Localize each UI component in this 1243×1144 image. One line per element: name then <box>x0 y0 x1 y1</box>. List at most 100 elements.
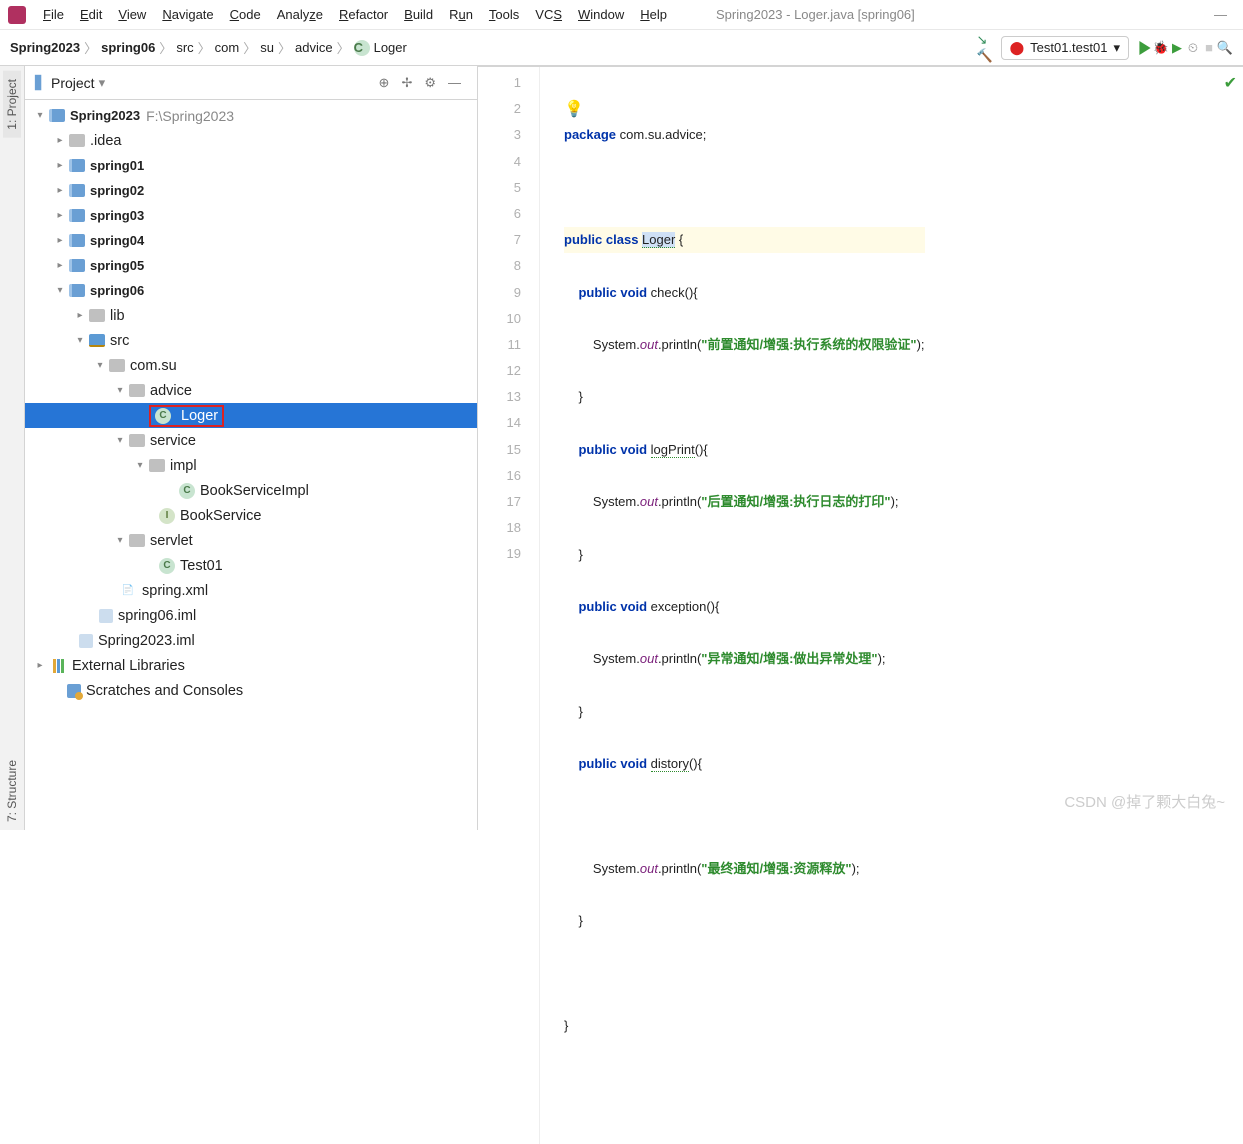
tree-node-selected[interactable]: CLoger <box>25 403 477 428</box>
line-gutter[interactable]: 12345678910111213141516171819 <box>478 67 540 1144</box>
menu-tools[interactable]: Tools <box>482 4 526 25</box>
breadcrumb-item[interactable]: Loger <box>374 40 407 55</box>
stop-button[interactable]: ■ <box>1201 40 1217 56</box>
menu-navigate[interactable]: Navigate <box>155 4 220 25</box>
class-icon: C <box>354 40 370 56</box>
run-configuration-select[interactable]: ⬤ Test01.test01 ▾ <box>1001 36 1129 60</box>
menu-view[interactable]: View <box>111 4 153 25</box>
module-icon <box>69 284 85 297</box>
menu-refactor[interactable]: Refactor <box>332 4 395 25</box>
project-icon: ▋ <box>35 75 45 91</box>
breadcrumb-item[interactable]: com <box>215 40 240 55</box>
tree-node[interactable]: ▾spring06 <box>25 278 477 303</box>
menu-file[interactable]: File <box>36 4 71 25</box>
sidebar-tab-structure[interactable]: 7: Structure <box>3 752 21 830</box>
settings-button[interactable]: ⚙ <box>418 75 442 91</box>
tree-node[interactable]: Spring2023.iml <box>25 628 477 653</box>
breadcrumb-item[interactable]: spring06 <box>101 40 155 55</box>
hide-button[interactable]: — <box>442 75 467 90</box>
tree-node[interactable]: ▾service <box>25 428 477 453</box>
menu-build[interactable]: Build <box>397 4 440 25</box>
tree-node[interactable]: CBookServiceImpl <box>25 478 477 503</box>
package-icon <box>149 459 165 472</box>
run-config-label: Test01.test01 <box>1030 40 1107 55</box>
fold-strip[interactable] <box>540 67 556 1144</box>
project-tree[interactable]: ▾Spring2023F:\Spring2023 ▸.idea ▸spring0… <box>25 100 477 830</box>
inspection-ok-icon: ✔ <box>1224 71 1237 97</box>
tree-node[interactable]: spring06.iml <box>25 603 477 628</box>
tree-node[interactable]: IBookService <box>25 503 477 528</box>
menu-analyze[interactable]: Analyze <box>270 4 330 25</box>
module-icon <box>69 159 85 172</box>
menu-edit[interactable]: Edit <box>73 4 109 25</box>
tree-node-root[interactable]: ▾Spring2023F:\Spring2023 <box>25 103 477 128</box>
navigation-toolbar: Spring2023〉 spring06〉 src〉 com〉 su〉 advi… <box>0 30 1243 66</box>
package-icon <box>129 384 145 397</box>
project-tool-window: ▋ Project ▾ ⊕ ✢ ⚙ — ▾Spring2023F:\Spring… <box>25 66 478 830</box>
chevron-down-icon: ▾ <box>1113 40 1120 56</box>
tree-node[interactable]: ▾servlet <box>25 528 477 553</box>
package-icon <box>129 434 145 447</box>
source-code[interactable]: 💡 package com.su.advice; public class Lo… <box>556 67 925 1144</box>
debug-button[interactable]: 🐞 <box>1153 40 1169 56</box>
tree-node[interactable]: CTest01 <box>25 553 477 578</box>
left-tool-stripe: 1: Project 7: Structure <box>0 66 25 830</box>
interface-icon: I <box>159 508 175 524</box>
tree-node[interactable]: ▾advice <box>25 378 477 403</box>
tree-node[interactable]: ▸spring02 <box>25 178 477 203</box>
tree-node[interactable]: ▸spring03 <box>25 203 477 228</box>
chevron-down-icon[interactable]: ▾ <box>99 75 106 91</box>
tree-node[interactable]: ▾com.su <box>25 353 477 378</box>
tree-node[interactable]: ▸spring04 <box>25 228 477 253</box>
run-button[interactable] <box>1137 40 1153 56</box>
menu-help[interactable]: Help <box>633 4 674 25</box>
locate-button[interactable]: ⊕ <box>373 75 396 91</box>
breadcrumb[interactable]: Spring2023〉 spring06〉 src〉 com〉 su〉 advi… <box>10 38 407 57</box>
project-panel-title[interactable]: Project <box>51 75 95 91</box>
library-icon <box>49 657 67 675</box>
coverage-button[interactable]: ▶ <box>1169 40 1185 56</box>
tree-node[interactable]: ▸lib <box>25 303 477 328</box>
intention-bulb-icon[interactable]: 💡 <box>564 97 584 123</box>
build-button[interactable]: ↘🔨 <box>977 40 993 56</box>
package-icon <box>129 534 145 547</box>
tree-node[interactable]: ▾src <box>25 328 477 353</box>
search-button[interactable]: 🔍 <box>1217 40 1233 56</box>
editor-area: CLoger.java× IBookService.java× Cspring0… <box>478 66 1243 830</box>
menu-window[interactable]: Window <box>571 4 631 25</box>
expand-button[interactable]: ✢ <box>395 75 418 91</box>
tree-node[interactable]: 📄spring.xml <box>25 578 477 603</box>
tree-node[interactable]: ▸spring05 <box>25 253 477 278</box>
window-title: Spring2023 - Loger.java [spring06] <box>716 7 915 22</box>
module-icon <box>49 109 65 122</box>
breadcrumb-item[interactable]: src <box>176 40 193 55</box>
menu-code[interactable]: Code <box>223 4 268 25</box>
module-icon <box>69 184 85 197</box>
class-icon: C <box>155 408 171 424</box>
window-minimize-button[interactable]: — <box>1206 4 1235 25</box>
tree-node[interactable]: ▸spring01 <box>25 153 477 178</box>
source-folder-icon <box>89 334 105 347</box>
profile-button[interactable]: ⏲ <box>1185 40 1201 56</box>
class-icon: C <box>179 483 195 499</box>
module-icon <box>69 234 85 247</box>
breadcrumb-item[interactable]: su <box>260 40 274 55</box>
breadcrumb-item[interactable]: Spring2023 <box>10 40 80 55</box>
tree-node[interactable]: ▾impl <box>25 453 477 478</box>
menu-vcs[interactable]: VCS <box>528 4 569 25</box>
folder-icon <box>69 134 85 147</box>
app-logo-icon <box>8 6 26 24</box>
module-icon <box>69 209 85 222</box>
tree-node-external-libs[interactable]: ▸External Libraries <box>25 653 477 678</box>
breadcrumb-item[interactable]: advice <box>295 40 333 55</box>
sidebar-tab-project[interactable]: 1: Project <box>3 71 21 138</box>
folder-icon <box>89 309 105 322</box>
iml-file-icon <box>99 609 113 623</box>
project-panel-header: ▋ Project ▾ ⊕ ✢ ⚙ — <box>25 66 477 100</box>
xml-file-icon: 📄 <box>119 582 137 600</box>
code-editor[interactable]: ✔ 12345678910111213141516171819 💡 packag… <box>478 67 1243 1144</box>
package-icon <box>109 359 125 372</box>
tree-node-scratches[interactable]: Scratches and Consoles <box>25 678 477 703</box>
tree-node[interactable]: ▸.idea <box>25 128 477 153</box>
menu-run[interactable]: Run <box>442 4 480 25</box>
